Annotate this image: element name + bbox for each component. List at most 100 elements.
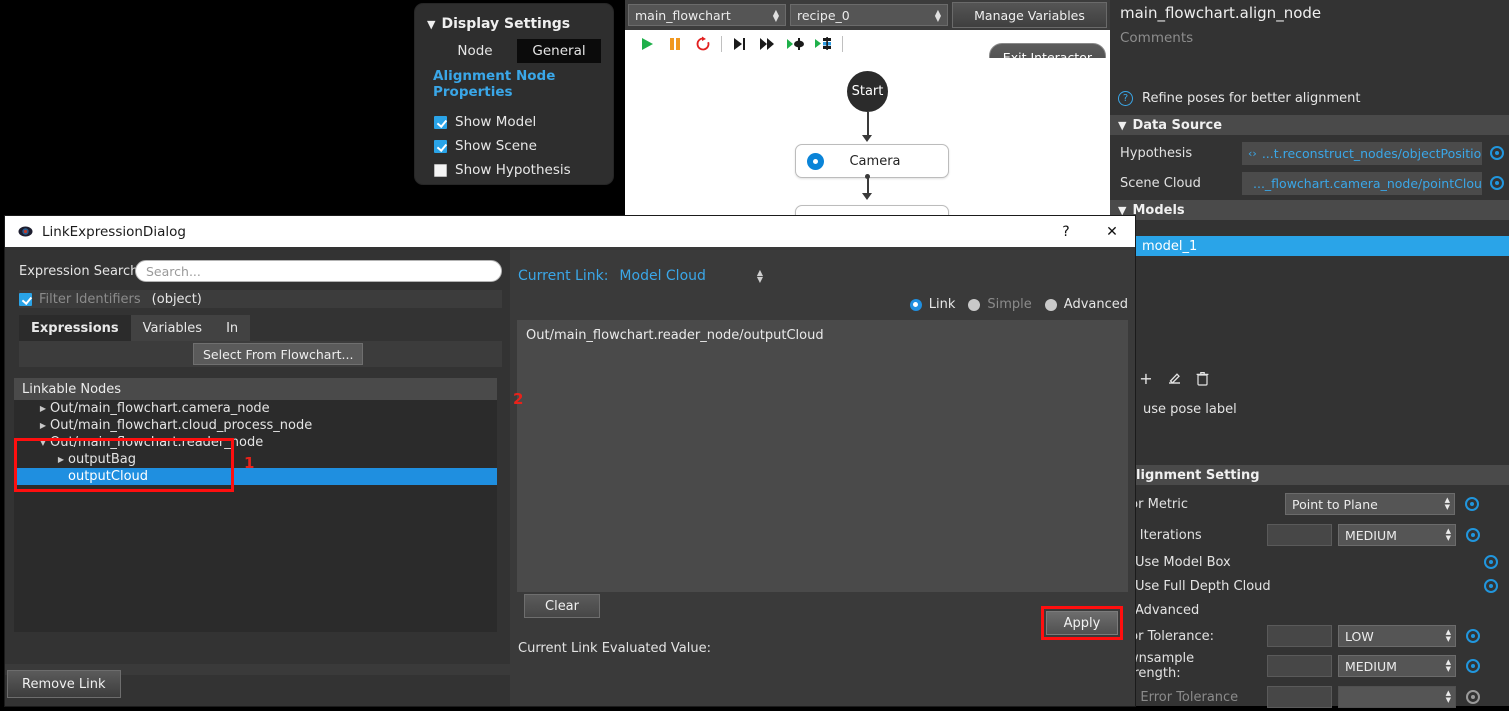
clear-button[interactable]: Clear	[524, 594, 600, 618]
radio-link-icon[interactable]	[909, 298, 922, 311]
help-button[interactable]: ?	[1043, 216, 1089, 247]
scene-cloud-link-field[interactable]: ..._flowchart.camera_node/pointCloud	[1242, 171, 1482, 195]
use-pose-label-row[interactable]: use pose label	[1126, 402, 1237, 417]
error-metric-combo[interactable]: Point to Plane ▲ ▼	[1285, 493, 1455, 515]
models-toolbar: +	[1132, 366, 1216, 390]
run-to-node-icon[interactable]	[782, 32, 810, 56]
checkbox-icon[interactable]	[434, 163, 447, 177]
remove-link-button[interactable]: Remove Link	[7, 670, 121, 698]
link-indicator-icon[interactable]	[1484, 579, 1498, 593]
checkbox-icon[interactable]	[19, 292, 32, 306]
chevron-right-icon[interactable]: ▶	[36, 421, 50, 430]
error-tolerance-input[interactable]	[1267, 625, 1332, 647]
link-indicator-icon[interactable]	[1484, 555, 1498, 569]
link-indicator-icon[interactable]	[1490, 176, 1504, 190]
tree-item-selected[interactable]: outputCloud	[14, 468, 497, 485]
models-list-item-selected[interactable]: model_1	[1110, 236, 1509, 256]
link-indicator-icon[interactable]	[1466, 690, 1480, 704]
max-iterations-combo[interactable]: MEDIUM ▲ ▼	[1338, 524, 1456, 546]
property-row-max-iterations: ax Iterations MEDIUM ▲ ▼	[1110, 521, 1509, 549]
step-fast-icon[interactable]	[754, 32, 782, 56]
chevron-down-icon[interactable]: ▼	[36, 438, 50, 447]
annotation-number-1: 1	[244, 454, 255, 472]
checkbox-icon[interactable]	[434, 115, 447, 129]
show-hypothesis-checkbox-row[interactable]: Show Hypothesis	[434, 162, 571, 178]
step-icon[interactable]	[726, 32, 754, 56]
toolbar-separator	[721, 36, 722, 52]
manage-variables-button[interactable]: Manage Variables	[952, 2, 1107, 28]
advanced-label: Advanced	[1135, 602, 1200, 618]
run-from-node-icon[interactable]	[810, 32, 838, 56]
apply-button[interactable]: Apply	[1046, 611, 1118, 635]
delete-icon[interactable]	[1188, 366, 1216, 390]
flow-arrow-icon	[862, 193, 872, 200]
collapse-caret-icon[interactable]: ▼	[1118, 204, 1126, 217]
value-error-tolerance-combo[interactable]: ▲ ▼	[1338, 686, 1456, 708]
section-alignment-setting[interactable]: Alignment Setting	[1110, 465, 1509, 485]
project-combo[interactable]: main_flowchart ▲ ▼	[628, 4, 786, 26]
dialog-title-bar[interactable]: LinkExpressionDialog ? ✕	[5, 216, 1135, 247]
radio-advanced-label[interactable]: Advanced	[1064, 297, 1128, 312]
tab-node[interactable]: Node	[433, 39, 517, 63]
filter-identifiers-row[interactable]: Filter Identifiers (object)	[19, 290, 502, 308]
hypothesis-link-field[interactable]: ‹› ...t.reconstruct_nodes/objectPosition…	[1242, 141, 1482, 165]
pause-icon[interactable]	[661, 32, 689, 56]
tree-item[interactable]: ▶ Out/main_flowchart.cloud_process_node	[14, 417, 497, 434]
link-indicator-icon[interactable]	[1490, 146, 1504, 160]
checkbox-icon[interactable]	[434, 139, 447, 153]
flow-node-start[interactable]: Start	[847, 71, 888, 112]
tree-item[interactable]: ▶ Out/main_flowchart.camera_node	[14, 400, 497, 417]
radio-advanced-icon[interactable]	[1044, 298, 1057, 311]
radio-simple-icon[interactable]	[968, 298, 981, 311]
display-settings-title[interactable]: ▼ Display Settings	[427, 16, 570, 32]
recipe-combo[interactable]: recipe_0 ▲ ▼	[790, 4, 948, 26]
tab-variables[interactable]: Variables	[130, 315, 215, 341]
chevron-right-icon[interactable]: ▶	[54, 455, 68, 464]
max-iterations-input[interactable]	[1267, 524, 1332, 546]
error-tolerance-combo[interactable]: LOW ▲ ▼	[1338, 625, 1456, 647]
link-indicator-icon[interactable]	[1465, 497, 1479, 511]
dialog-title-text: LinkExpressionDialog	[42, 223, 186, 240]
radio-link-label[interactable]: Link	[929, 297, 956, 312]
downsample-strength-input[interactable]	[1267, 655, 1332, 677]
collapse-caret-icon[interactable]: ▼	[427, 18, 435, 31]
tab-general[interactable]: General	[517, 39, 601, 63]
linkable-nodes-tree[interactable]: ▶ Out/main_flowchart.camera_node ▶ Out/m…	[14, 400, 497, 632]
comments-placeholder[interactable]: Comments	[1120, 30, 1193, 46]
property-row-scene-cloud: Scene Cloud ..._flowchart.camera_node/po…	[1110, 169, 1509, 197]
section-data-source[interactable]: ▼ Data Source	[1110, 115, 1509, 135]
show-model-checkbox-row[interactable]: Show Model	[434, 114, 536, 130]
downsample-strength-combo[interactable]: MEDIUM ▲ ▼	[1338, 655, 1456, 677]
tab-in[interactable]: In	[214, 315, 251, 341]
add-icon[interactable]: +	[1132, 366, 1160, 390]
show-scene-checkbox-row[interactable]: Show Scene	[434, 138, 537, 154]
link-indicator-icon[interactable]	[1466, 629, 1480, 643]
run-icon[interactable]	[633, 32, 661, 56]
help-icon[interactable]: ?	[1118, 91, 1133, 106]
spinner-icon[interactable]: ▲ ▼	[757, 269, 763, 284]
expression-editor[interactable]: Out/main_flowchart.reader_node/outputClo…	[517, 320, 1128, 592]
tab-expressions[interactable]: Expressions	[19, 315, 131, 341]
current-link-value[interactable]: Model Cloud	[619, 268, 705, 284]
tree-item-label: outputBag	[68, 452, 137, 467]
edit-icon[interactable]	[1160, 366, 1188, 390]
property-row-hypothesis: Hypothesis ‹› ...t.reconstruct_nodes/obj…	[1110, 139, 1509, 167]
project-combo-value: main_flowchart	[635, 7, 731, 23]
flow-node-camera[interactable]: Camera	[795, 144, 949, 178]
link-indicator-icon[interactable]	[1466, 528, 1480, 542]
property-row-advanced[interactable]: Advanced	[1110, 596, 1509, 624]
close-button[interactable]: ✕	[1089, 216, 1135, 247]
node-hint: ? Refine poses for better alignment	[1118, 91, 1361, 106]
reset-icon[interactable]	[689, 32, 717, 56]
search-input[interactable]: Search...	[135, 260, 502, 282]
tree-item[interactable]: ▼ Out/main_flowchart.reader_node	[14, 434, 497, 451]
flow-node-next[interactable]	[795, 205, 949, 215]
chevron-right-icon[interactable]: ▶	[36, 404, 50, 413]
select-from-flowchart-button[interactable]: Select From Flowchart...	[193, 343, 364, 365]
collapse-caret-icon[interactable]: ▼	[1118, 119, 1126, 132]
value-error-tolerance-input[interactable]	[1267, 686, 1332, 708]
flowchart-canvas[interactable]: Start Camera	[625, 58, 1115, 215]
link-indicator-icon[interactable]	[1466, 659, 1480, 673]
tree-item[interactable]: ▶ outputBag	[14, 451, 497, 468]
section-models[interactable]: ▼ Models	[1110, 200, 1509, 220]
